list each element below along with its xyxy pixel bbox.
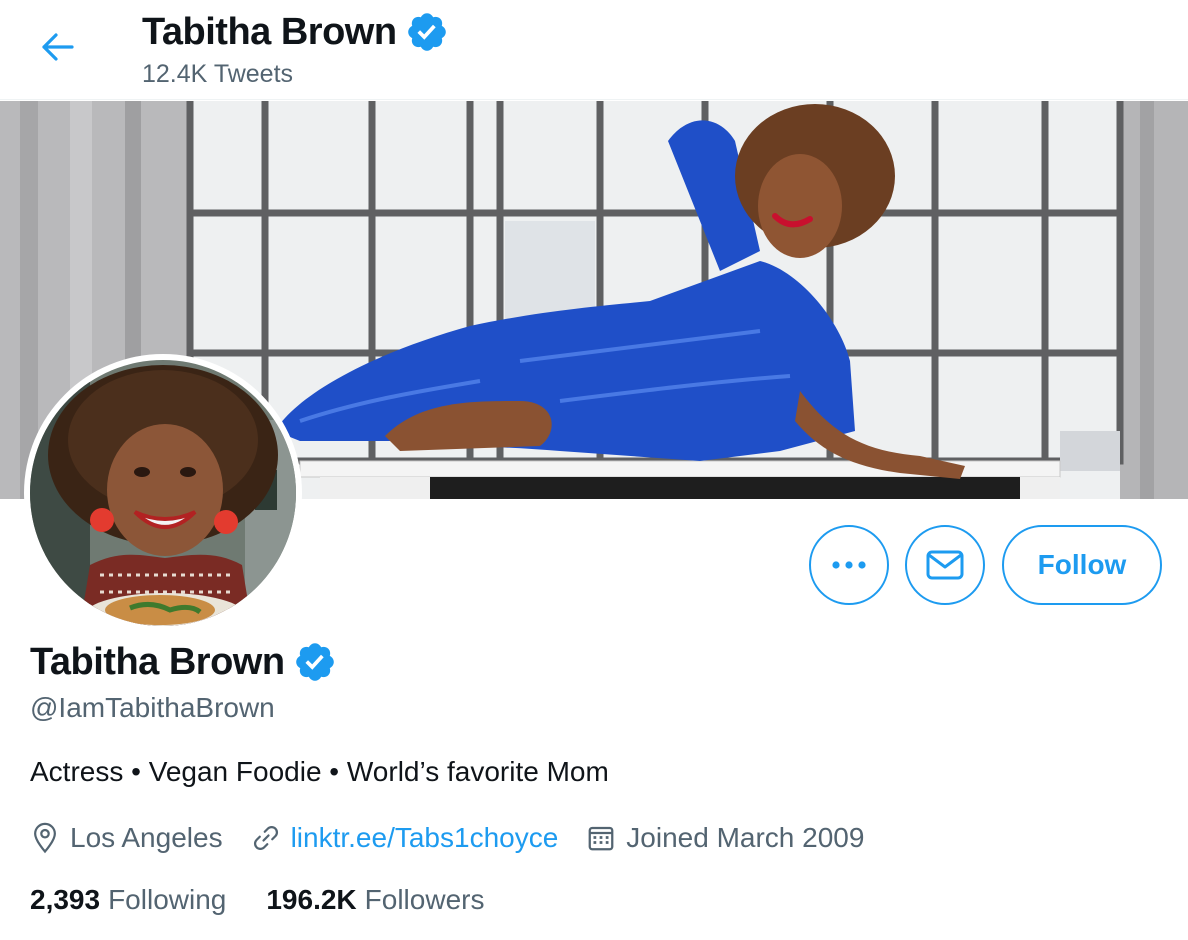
profile-meta: Los Angeles linktr.ee/Tabs1choyce Joined… (30, 818, 892, 858)
envelope-icon (926, 550, 964, 580)
following-stat[interactable]: 2,393 Following (30, 884, 226, 916)
profile-stats: 2,393 Following 196.2K Followers (30, 884, 524, 916)
arrow-left-icon (42, 33, 74, 61)
message-button[interactable] (905, 525, 985, 605)
following-label: Following (108, 884, 227, 915)
profile-handle: @IamTabithaBrown (30, 692, 275, 723)
joined-text: Joined March 2009 (626, 822, 865, 853)
followers-stat[interactable]: 196.2K Followers (266, 884, 484, 916)
verified-badge-icon (295, 643, 334, 681)
followers-count: 196.2K (266, 884, 357, 915)
profile-name: Tabitha Brown (30, 640, 337, 684)
location-pin-icon (34, 822, 56, 854)
header-title: Tabitha Brown (142, 10, 449, 54)
location-item: Los Angeles (30, 822, 223, 854)
website-item: linktr.ee/Tabs1choyce (251, 822, 559, 854)
calendar-icon (588, 826, 614, 851)
profile-page: Tabitha Brown 12.4K Tweets Follow Tabith… (0, 0, 1188, 940)
joined-item: Joined March 2009 (586, 822, 864, 854)
tweet-count: 12.4K Tweets (142, 60, 294, 88)
website-link[interactable]: linktr.ee/Tabs1choyce (291, 822, 559, 854)
header-name-text: Tabitha Brown (142, 10, 397, 53)
profile-header: Tabitha Brown 12.4K Tweets (0, 0, 1188, 100)
profile-name-text: Tabitha Brown (30, 640, 285, 683)
back-button[interactable] (30, 22, 86, 72)
more-dots-icon (832, 561, 866, 569)
location-text: Los Angeles (70, 822, 223, 853)
profile-bio: Actress • Vegan Foodie • World’s favorit… (30, 756, 609, 787)
link-icon (253, 825, 278, 851)
verified-badge-icon (407, 13, 446, 51)
more-options-button[interactable] (809, 525, 889, 605)
followers-label: Followers (364, 884, 485, 915)
avatar-photo (30, 360, 296, 626)
follow-button[interactable]: Follow (1002, 525, 1162, 605)
profile-avatar[interactable] (24, 354, 302, 632)
following-count: 2,393 (30, 884, 101, 915)
